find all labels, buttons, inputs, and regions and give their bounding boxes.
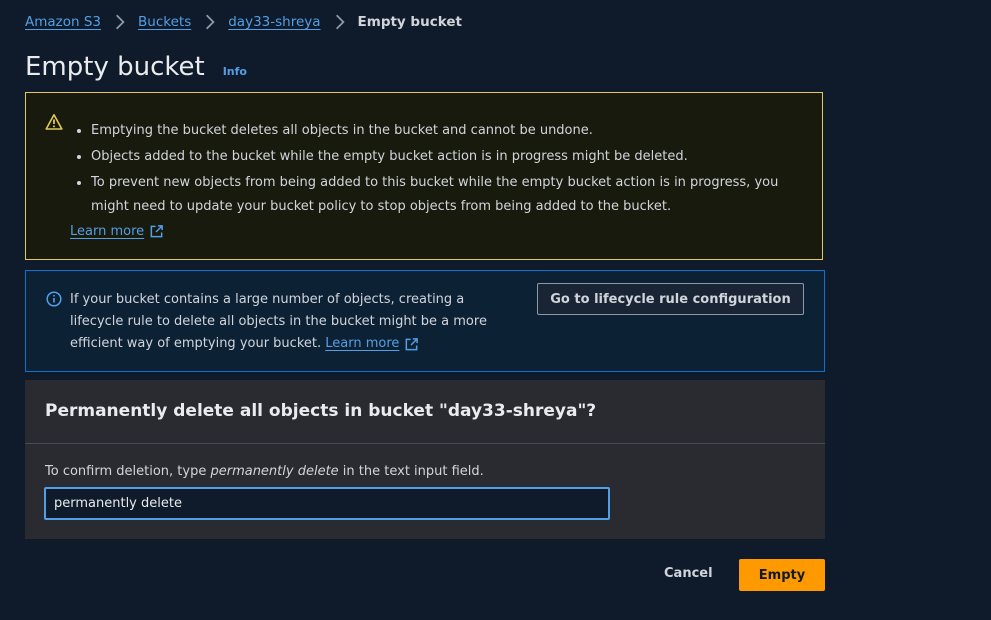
breadcrumb-buckets[interactable]: Buckets [138, 14, 191, 30]
page-header: Empty bucket Info [25, 52, 247, 82]
lifecycle-rule-configuration-button[interactable]: Go to lifecycle rule configuration [537, 283, 804, 315]
info-learn-more-link[interactable]: Learn more [325, 333, 419, 355]
chevron-right-icon [335, 14, 345, 30]
confirm-deletion-panel: Permanently delete all objects in bucket… [25, 380, 825, 539]
warning-alert: Emptying the bucket deletes all objects … [25, 92, 823, 260]
learn-more-label: Learn more [70, 224, 145, 239]
breadcrumb-current: Empty bucket [357, 14, 462, 30]
info-link[interactable]: Info [223, 65, 247, 78]
cancel-button[interactable]: Cancel [664, 566, 713, 581]
warning-item: Objects added to the bucket while the em… [91, 145, 811, 169]
confirm-keyword: permanently delete [210, 464, 339, 479]
confirm-label-after: in the text input field. [338, 464, 484, 479]
chevron-right-icon [206, 14, 215, 30]
warning-triangle-icon [45, 114, 63, 130]
chevron-right-icon [116, 14, 125, 30]
breadcrumb: Amazon S3 Buckets day33-shreya Empty buc… [25, 12, 462, 32]
page-title: Empty bucket [25, 52, 205, 82]
learn-more-label: Learn more [325, 336, 400, 351]
warning-item: To prevent new objects from being added … [91, 171, 811, 219]
confirm-delete-input[interactable] [44, 487, 610, 520]
info-alert-text: If your bucket contains a large number o… [70, 289, 516, 355]
confirm-label-before: To confirm deletion, type [45, 464, 211, 479]
breadcrumb-amazon-s3[interactable]: Amazon S3 [25, 14, 101, 30]
warning-item: Emptying the bucket deletes all objects … [91, 119, 811, 143]
confirm-panel-title: Permanently delete all objects in bucket… [45, 401, 597, 421]
info-circle-icon [46, 291, 62, 307]
info-alert: If your bucket contains a large number o… [25, 270, 825, 372]
info-alert-message: If your bucket contains a large number o… [70, 292, 487, 351]
empty-button[interactable]: Empty [739, 559, 825, 591]
external-link-icon [150, 225, 164, 238]
warning-list: Emptying the bucket deletes all objects … [70, 119, 811, 221]
warning-learn-more-link[interactable]: Learn more [70, 224, 164, 239]
panel-header: Permanently delete all objects in bucket… [25, 380, 825, 444]
external-link-icon [406, 337, 419, 350]
confirm-instructions: To confirm deletion, type permanently de… [45, 464, 484, 479]
breadcrumb-bucket-name[interactable]: day33-shreya [228, 14, 320, 30]
